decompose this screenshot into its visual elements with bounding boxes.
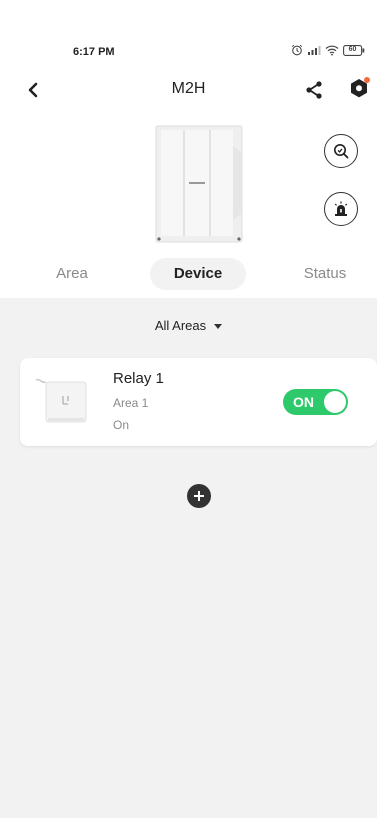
alarm-clock-icon [291,44,303,56]
device-state: On [113,418,130,432]
battery-icon: 60 [343,44,365,56]
tab-area[interactable]: Area [40,258,104,290]
device-list-panel: All Areas Relay 1 Area 1 On ON [0,298,377,818]
alarm-hub-image [155,125,243,243]
plus-icon [194,491,204,501]
tab-status[interactable]: Status [290,258,360,290]
tab-bar: Area Device Status [0,258,377,292]
relay-toggle[interactable]: ON [283,389,348,415]
notification-dot [364,77,370,83]
area-filter-label: All Areas [154,318,207,333]
tab-device[interactable]: Device [150,258,246,290]
cellular-signal-icon [307,44,321,56]
area-filter-dropdown[interactable]: All Areas [0,318,377,333]
siren-icon [334,201,348,216]
toggle-label: ON [293,394,314,410]
alarm-button[interactable] [324,192,358,226]
status-bar: 6:17 PM 60 [0,44,377,66]
device-card[interactable]: Relay 1 Area 1 On ON [20,358,377,446]
relay-device-icon [34,372,94,432]
toggle-knob [324,391,346,413]
zoom-search-icon [334,144,349,159]
settings-button[interactable] [346,76,372,102]
wifi-icon [325,44,339,56]
status-icons: 60 [291,44,365,56]
device-image [155,124,245,244]
app-header: M2H [0,72,377,108]
zoom-search-button[interactable] [324,134,358,168]
add-device-button[interactable] [187,484,211,508]
share-button[interactable] [302,78,326,102]
device-name: Relay 1 [113,370,164,387]
status-time: 6:17 PM [73,46,115,58]
battery-level: 60 [348,45,357,53]
share-icon [306,81,322,99]
device-area: Area 1 [113,396,149,410]
caret-down-icon [214,324,223,330]
